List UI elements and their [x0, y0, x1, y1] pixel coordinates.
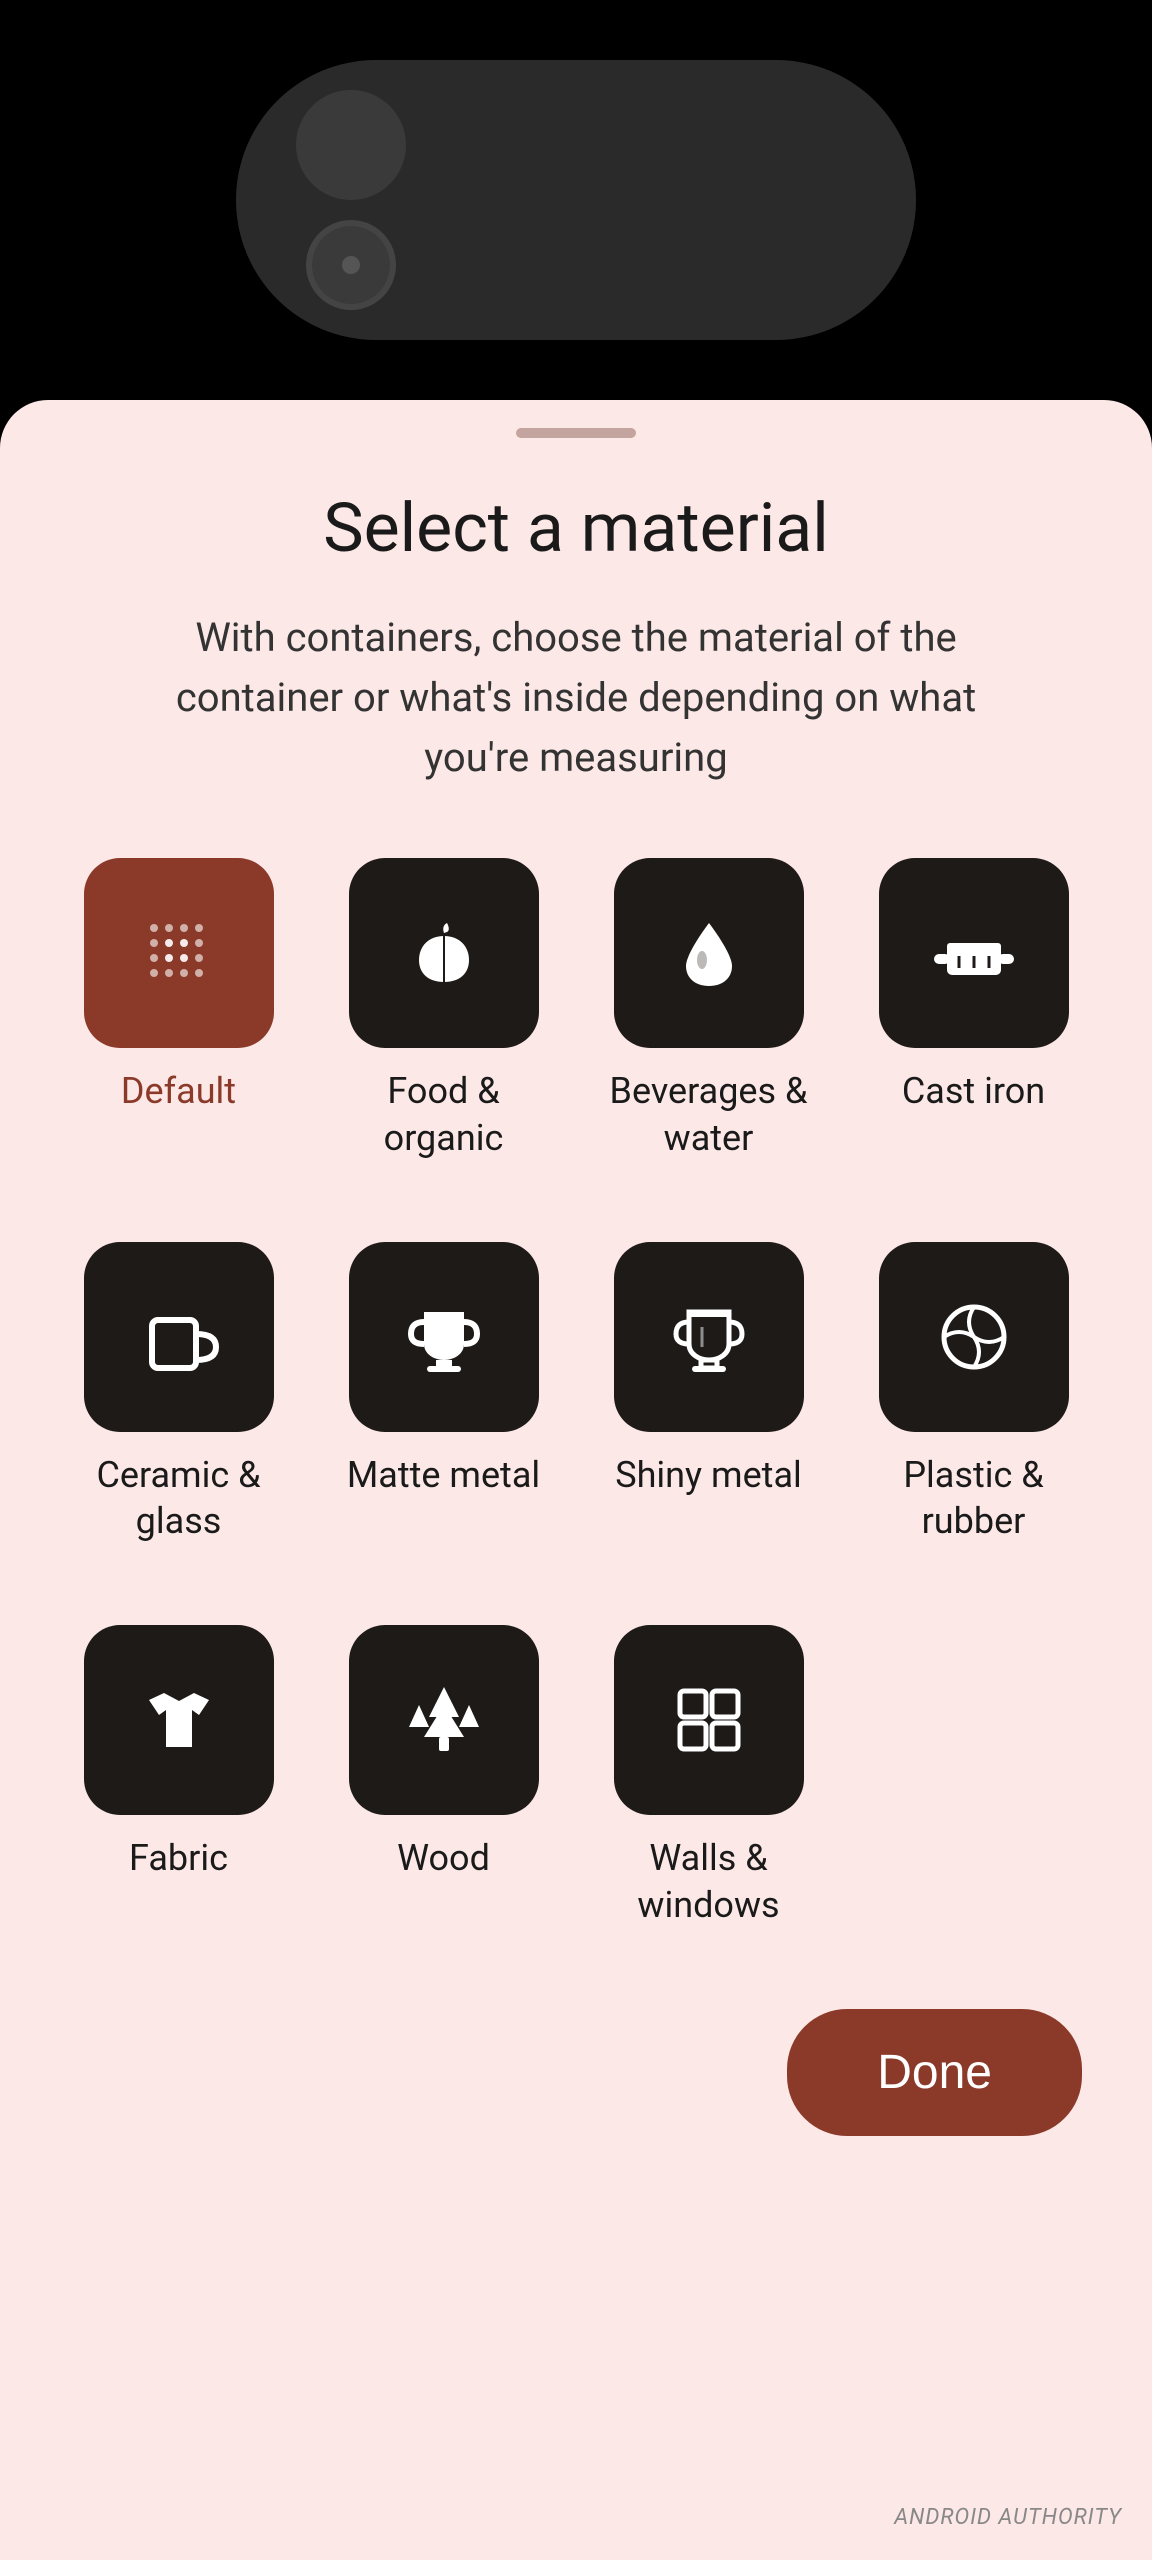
water-icon: [664, 908, 754, 998]
material-label-mattemetal: Matte metal: [347, 1452, 540, 1499]
drag-handle[interactable]: [516, 428, 636, 438]
lens-dot: [342, 256, 360, 274]
material-item-mattemetal[interactable]: Matte metal: [325, 1242, 562, 1546]
material-icon-beverages: [614, 858, 804, 1048]
material-label-ceramic: Ceramic & glass: [60, 1452, 297, 1546]
main-lens: [296, 90, 406, 200]
material-item-walls[interactable]: Walls & windows: [590, 1625, 827, 1929]
material-icon-default: [84, 858, 274, 1048]
watermark: ANDROID AUTHORITY: [894, 2505, 1122, 2530]
camera-pill: [236, 60, 916, 340]
material-label-shinymetal: Shiny metal: [615, 1452, 802, 1499]
material-grid-row3: Fabric Wood: [60, 1625, 1092, 1929]
mattemetal-icon: [399, 1292, 489, 1382]
small-lens: [306, 220, 396, 310]
material-grid-row2: Ceramic & glass Matte metal: [60, 1242, 1092, 1546]
material-icon-walls: [614, 1625, 804, 1815]
material-item-shinymetal[interactable]: Shiny metal: [590, 1242, 827, 1546]
camera-lenses: [296, 90, 406, 310]
done-button-row: Done: [60, 2009, 1092, 2136]
material-label-wood: Wood: [397, 1835, 490, 1882]
material-label-beverages: Beverages & water: [590, 1068, 827, 1162]
bottom-sheet: Select a material With containers, choos…: [0, 400, 1152, 2560]
material-item-ceramic[interactable]: Ceramic & glass: [60, 1242, 297, 1546]
material-label-fabric: Fabric: [129, 1835, 228, 1882]
material-grid-row1: Default Food & organic: [60, 858, 1092, 1162]
material-item-beverages[interactable]: Beverages & water: [590, 858, 827, 1162]
material-icon-wood: [349, 1625, 539, 1815]
material-icon-plastic: [879, 1242, 1069, 1432]
material-icon-fabric: [84, 1625, 274, 1815]
default-icon: [134, 908, 224, 998]
material-icon-mattemetal: [349, 1242, 539, 1432]
material-item-castiron[interactable]: Cast iron: [855, 858, 1092, 1162]
material-label-plastic: Plastic & rubber: [855, 1452, 1092, 1546]
material-label-food: Food & organic: [325, 1068, 562, 1162]
sheet-subtitle: With containers, choose the material of …: [146, 608, 1006, 788]
sheet-title: Select a material: [323, 488, 829, 568]
walls-icon: [664, 1675, 754, 1765]
food-icon: [399, 908, 489, 998]
material-item-fabric[interactable]: Fabric: [60, 1625, 297, 1929]
material-icon-ceramic: [84, 1242, 274, 1432]
ceramic-icon: [134, 1292, 224, 1382]
shinymetal-icon: [664, 1292, 754, 1382]
material-item-plastic[interactable]: Plastic & rubber: [855, 1242, 1092, 1546]
material-label-castiron: Cast iron: [902, 1068, 1045, 1115]
fabric-icon: [134, 1675, 224, 1765]
material-item-wood[interactable]: Wood: [325, 1625, 562, 1929]
material-icon-castiron: [879, 858, 1069, 1048]
plastic-icon: [929, 1292, 1019, 1382]
material-label-walls: Walls & windows: [590, 1835, 827, 1929]
empty-cell: [855, 1625, 1092, 1929]
material-label-default: Default: [121, 1068, 236, 1115]
wood-icon: [399, 1675, 489, 1765]
material-icon-shinymetal: [614, 1242, 804, 1432]
material-item-food[interactable]: Food & organic: [325, 858, 562, 1162]
camera-area: [0, 0, 1152, 400]
material-icon-food: [349, 858, 539, 1048]
castiron-icon: [929, 908, 1019, 998]
material-item-default[interactable]: Default: [60, 858, 297, 1162]
done-button[interactable]: Done: [787, 2009, 1082, 2136]
